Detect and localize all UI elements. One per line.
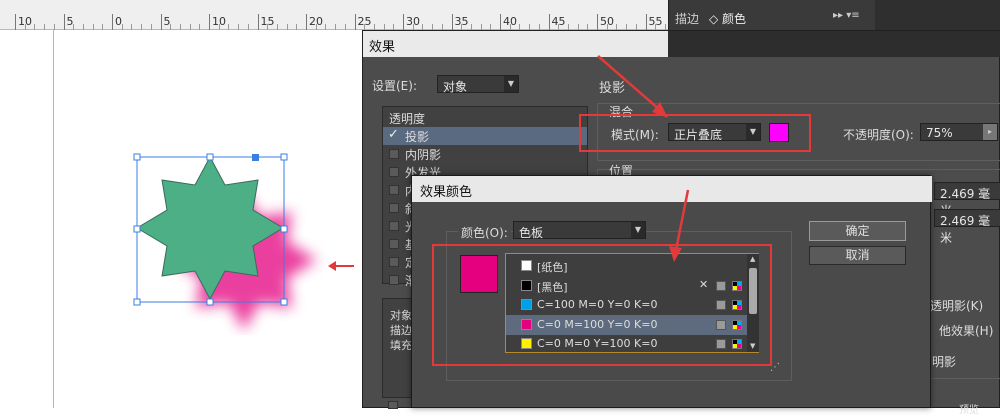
ruler-major-tick (112, 14, 113, 30)
ok-button[interactable]: 确定 (809, 221, 906, 241)
annotation-arrows (597, 55, 690, 262)
effects-title-bar-dark (668, 31, 1000, 57)
effect-label: 内阴影 (405, 148, 442, 162)
effect-checkbox[interactable] (389, 149, 399, 159)
effect-checkbox[interactable] (389, 185, 399, 195)
ruler-major-tick (451, 14, 453, 30)
distance-field[interactable]: 2.469 毫米 (934, 182, 1000, 218)
bottom-button[interactable]: 预览 (959, 401, 979, 416)
ruler-major-tick (645, 14, 647, 30)
cancel-button[interactable]: 取消 (809, 246, 906, 265)
option-text-2[interactable]: 他效果(H) (939, 322, 993, 339)
opacity-field[interactable]: 75% ▸ (920, 123, 998, 141)
ruler-major-tick (15, 14, 16, 30)
opacity-label: 不透明度(O): (843, 128, 914, 142)
ruler-major-tick (548, 14, 550, 30)
effects-list-header[interactable]: 透明度 (383, 109, 587, 127)
effect-checkbox[interactable] (389, 203, 399, 213)
effect-list-item[interactable]: ✓ 投影 (383, 127, 587, 145)
ruler-major-tick (209, 14, 210, 30)
horizontal-ruler: 10505101520253035404550556065 (0, 0, 783, 30)
effect-checkbox[interactable] (389, 221, 399, 231)
option-text-1[interactable]: 透明影(K) (930, 297, 983, 314)
checkmark-icon[interactable]: ✓ (388, 127, 399, 142)
offset-field[interactable]: 2.469 毫米 (934, 209, 1000, 245)
effect-checkbox[interactable] (389, 239, 399, 249)
effect-checkbox[interactable] (389, 257, 399, 267)
summary-line: 对象 (390, 309, 412, 322)
panel-dark-strip (875, 0, 1000, 32)
star-object[interactable] (120, 145, 350, 335)
settings-label: 设置(E): (372, 79, 417, 93)
ruler-major-tick (403, 14, 404, 30)
ruler-major-tick (500, 14, 501, 30)
option-text-3[interactable]: 明影 (932, 353, 956, 370)
annotation-arrow-left (328, 261, 354, 271)
ruler-major-tick (597, 14, 598, 30)
effect-label: 投影 (405, 130, 430, 144)
ruler-major-tick (160, 14, 162, 30)
summary-line: 填充 (390, 339, 412, 352)
tab-color[interactable]: ◇ 颜色 (709, 10, 746, 27)
panel-menu-icon[interactable]: ▸▸ ▾≡ (833, 10, 860, 21)
effects-list-header-label: 透明度 (389, 112, 426, 126)
settings-dropdown[interactable]: 对象 ▼ (437, 75, 519, 94)
effect-checkbox[interactable] (389, 275, 399, 285)
color-label: 颜色(O): (458, 224, 511, 241)
effect-checkbox[interactable] (389, 167, 399, 177)
ruler-major-tick (354, 14, 356, 30)
page-edge-guide (53, 30, 54, 408)
ruler-major-tick (63, 14, 65, 30)
effect-list-item[interactable]: 内阴影 (383, 145, 587, 163)
ruler-major-tick (306, 14, 307, 30)
ruler-major-tick (257, 14, 259, 30)
tab-stroke[interactable]: 描边 (675, 10, 699, 27)
summary-line: 描边 (390, 324, 412, 337)
